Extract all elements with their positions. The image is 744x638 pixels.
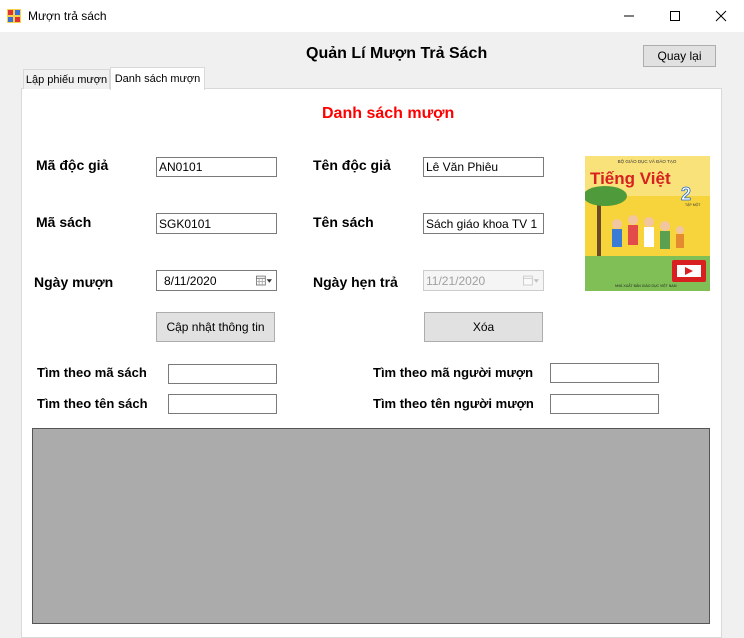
borrow-date-value: 8/11/2020 — [164, 273, 217, 288]
calendar-dropdown-icon[interactable] — [256, 274, 272, 288]
form-title: Quản Lí Mượn Trả Sách — [306, 45, 488, 62]
minimize-button[interactable] — [606, 0, 652, 32]
close-button[interactable] — [698, 0, 744, 32]
book-name-label: Tên sách — [313, 214, 374, 230]
search-book-id-input[interactable] — [168, 364, 277, 384]
due-date-picker[interactable]: 11/21/2020 — [423, 270, 544, 291]
search-book-id-label: Tìm theo mã sách — [37, 365, 147, 380]
search-book-name-input[interactable] — [168, 394, 277, 414]
reader-id-input[interactable]: AN0101 — [156, 157, 277, 177]
window-title: Mượn trả sách — [28, 9, 107, 23]
app-icon — [7, 9, 21, 23]
delete-button[interactable]: Xóa — [424, 312, 543, 342]
update-info-button[interactable]: Cập nhật thông tin — [156, 312, 275, 342]
tab-danh-sach-muon[interactable]: Danh sách mượn — [110, 67, 205, 90]
back-button[interactable]: Quay lại — [643, 45, 716, 67]
cover-grade: 2 — [681, 184, 691, 204]
loan-data-grid[interactable] — [32, 428, 710, 624]
book-id-label: Mã sách — [36, 214, 92, 230]
book-cover-image: BỘ GIÁO DỤC VÀ ĐÀO TẠO Tiếng Việt 2 TẬP … — [583, 156, 710, 291]
section-title: Danh sách mượn — [322, 105, 455, 122]
reader-name-label: Tên độc giả — [313, 157, 391, 173]
calendar-dropdown-icon — [523, 274, 539, 288]
close-icon — [715, 10, 727, 22]
search-reader-id-label: Tìm theo mã người mượn — [373, 365, 534, 380]
minimize-icon — [624, 15, 634, 17]
due-date-value: 11/21/2020 — [426, 273, 486, 288]
reader-id-label: Mã độc giả — [36, 157, 109, 173]
reader-name-input[interactable]: Lê Văn Phiêu — [423, 157, 544, 177]
book-name-input[interactable]: Sách giáo khoa TV 1 — [423, 213, 544, 234]
cover-publisher: BỘ GIÁO DỤC VÀ ĐÀO TẠO — [618, 158, 677, 164]
cover-footer: NHÀ XUẤT BẢN GIÁO DỤC VIỆT NAM — [615, 283, 677, 288]
due-date-label: Ngày hẹn trả — [313, 274, 398, 290]
cover-volume: TẬP MỘT — [685, 202, 701, 207]
borrow-date-label: Ngày mượn — [34, 274, 114, 290]
maximize-button[interactable] — [652, 0, 698, 32]
tab-lap-phieu-muon[interactable]: Lập phiếu mượn — [23, 69, 110, 89]
search-reader-name-input[interactable] — [550, 394, 659, 414]
book-id-input[interactable]: SGK0101 — [156, 213, 277, 234]
borrow-date-picker[interactable]: 8/11/2020 — [156, 270, 277, 291]
maximize-icon — [670, 11, 680, 21]
search-book-name-label: Tìm theo tên sách — [37, 396, 148, 411]
search-reader-id-input[interactable] — [550, 363, 659, 383]
search-reader-name-label: Tìm theo tên người mượn — [373, 396, 534, 411]
cover-title: Tiếng Việt — [590, 169, 671, 188]
